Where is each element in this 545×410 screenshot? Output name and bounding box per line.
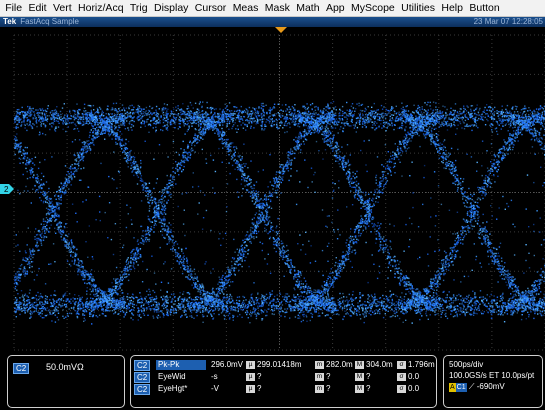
menu-meas[interactable]: Meas (230, 0, 262, 17)
timebase-readout[interactable]: 500ps/div 100.0GS/s ET 10.0ps/pt A C1 ⟋ -… (443, 355, 543, 408)
sample-rate: 100.0GS/s ET 10.0ps/pt (449, 371, 535, 380)
measurement-channel-tag: C2 (134, 372, 151, 383)
measurement-name: EyeHgt* (158, 384, 188, 393)
title-bar: Tek FastAcq Sample 23 Mar 07 12:28:05 (0, 17, 545, 27)
menu-bar: File Edit Vert Horiz/Acq Trig Display Cursor Me… (0, 0, 545, 17)
measurement-mean: 299.01418m (257, 360, 302, 369)
mean-label: µ (246, 361, 255, 369)
channel-marker-label: 2 (4, 185, 9, 194)
measurement-mean: ? (257, 384, 262, 393)
channel-readout[interactable]: C2 50.0mVΩ (7, 355, 125, 408)
measurement-value: 296.0mV (211, 360, 244, 369)
measurement-max: ? (366, 372, 371, 381)
measurement-max: 304.0m (366, 360, 393, 369)
horizontal-scale: 500ps/div (449, 360, 484, 369)
menu-file[interactable]: File (2, 0, 25, 17)
waveform-display[interactable] (0, 27, 545, 352)
stddev-label: σ (397, 361, 406, 369)
trigger-slope-icon: ⟋ (468, 382, 475, 391)
trigger-source: A (449, 383, 456, 392)
acquisition-mode: FastAcq Sample (20, 17, 79, 26)
menu-edit[interactable]: Edit (25, 0, 49, 17)
menu-app[interactable]: App (323, 0, 348, 17)
menu-display[interactable]: Display (151, 0, 192, 17)
menu-vert[interactable]: Vert (50, 0, 75, 17)
trigger-level: -690mV (476, 382, 505, 391)
measurement-max: ? (366, 384, 371, 393)
measurement-row[interactable]: C2 EyeHgt* -V µ ? m ? M ? σ 0.0 (134, 384, 434, 395)
tek-logo: Tek (3, 17, 17, 26)
measurement-name: Pk-Pk (156, 360, 206, 370)
menu-myscope[interactable]: MyScope (348, 0, 398, 17)
measurement-name: EyeWid (158, 372, 186, 381)
measurement-min: 282.0m (326, 360, 353, 369)
measurement-row[interactable]: C2 EyeWid -s µ ? m ? M ? σ 0.0 (134, 372, 434, 383)
max-label: M (355, 385, 364, 393)
readout-panel: C2 50.0mVΩ C2 Pk-Pk 296.0mV µ 299.01418m… (0, 352, 545, 410)
measurement-channel-tag: C2 (134, 360, 151, 371)
min-label: m (315, 361, 324, 369)
menu-cursor[interactable]: Cursor (192, 0, 230, 17)
mean-label: µ (246, 385, 255, 393)
menu-button[interactable]: Button (466, 0, 503, 17)
mean-label: µ (246, 373, 255, 381)
measurement-stddev: 0.0 (408, 384, 420, 393)
menu-math[interactable]: Math (293, 0, 323, 17)
stddev-label: σ (397, 373, 406, 381)
measurement-readout[interactable]: C2 Pk-Pk 296.0mV µ 299.01418m m 282.0m M… (130, 355, 437, 408)
date-time: 23 Mar 07 12:28:05 (473, 17, 543, 26)
menu-trig[interactable]: Trig (127, 0, 151, 17)
measurement-channel-tag: C2 (134, 384, 151, 395)
stddev-label: σ (397, 385, 406, 393)
trigger-channel: C1 (455, 383, 467, 392)
waveform-svg (13, 34, 545, 351)
measurement-mean: ? (257, 372, 262, 381)
max-label: M (355, 361, 364, 369)
channel-tag: C2 (13, 363, 30, 374)
channel-ground-marker-icon[interactable]: 2 (0, 184, 14, 194)
min-label: m (315, 373, 324, 381)
measurement-value: -s (211, 372, 218, 381)
menu-mask[interactable]: Mask (262, 0, 293, 17)
measurement-min: ? (326, 372, 331, 381)
min-label: m (315, 385, 324, 393)
measurement-stddev: 0.0 (408, 372, 420, 381)
measurement-stddev: 1.796m (408, 360, 435, 369)
trigger-readout: A C1 ⟋ -690mV (449, 382, 505, 392)
channel-scale: 50.0mVΩ (46, 362, 84, 372)
measurement-value: -V (211, 384, 219, 393)
max-label: M (355, 373, 364, 381)
menu-utilities[interactable]: Utilities (398, 0, 438, 17)
menu-help[interactable]: Help (438, 0, 466, 17)
measurement-row[interactable]: C2 Pk-Pk 296.0mV µ 299.01418m m 282.0m M… (134, 360, 435, 371)
trigger-position-icon[interactable] (275, 27, 287, 33)
menu-horiz-acq[interactable]: Horiz/Acq (75, 0, 127, 17)
measurement-min: ? (326, 384, 331, 393)
